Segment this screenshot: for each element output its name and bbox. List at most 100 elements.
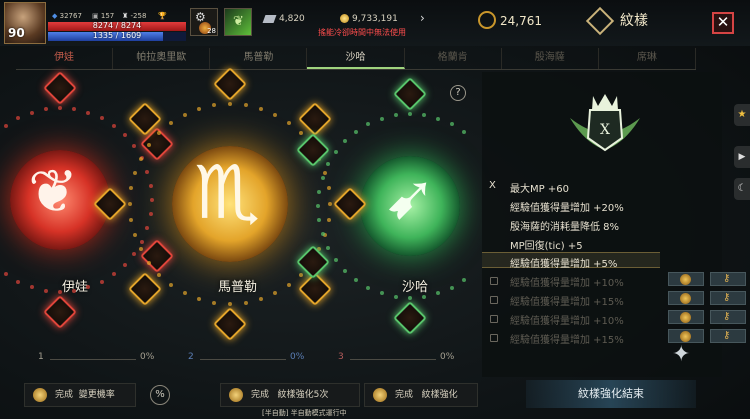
sparkle-icon: ✦: [672, 342, 691, 367]
honor-value: 24,761: [500, 14, 542, 28]
ring-dot: [333, 258, 338, 263]
key-slot[interactable]: ⚷: [710, 329, 746, 343]
ring-dot: [197, 106, 202, 111]
emblem-node[interactable]: [43, 295, 77, 329]
ring-dot: [29, 110, 34, 115]
enhance-button[interactable]: 完成 紋樣強化: [364, 383, 478, 407]
tab-shilen[interactable]: 席琳: [599, 48, 696, 69]
emblem-eva[interactable]: ❦: [10, 150, 110, 250]
ring-dot: [16, 279, 21, 284]
percent-button[interactable]: %: [150, 385, 170, 405]
ring-dot: [138, 156, 143, 161]
tab-gran-kain[interactable]: 格蘭肯: [405, 48, 502, 69]
unlock-slot[interactable]: [668, 329, 704, 343]
ring-dot: [316, 204, 320, 208]
ring-dot: [298, 272, 303, 277]
progress-track-2: [200, 359, 286, 360]
ring-dot: [342, 138, 347, 143]
finish-enhance-button[interactable]: 紋樣強化結束: [526, 380, 696, 408]
progress-index-2: 2: [188, 352, 194, 362]
ring-dot: [462, 129, 467, 134]
tab-maphr[interactable]: 馬普勒: [210, 48, 308, 69]
tab-eva[interactable]: 伊娃: [16, 48, 114, 69]
ring-dot: [3, 123, 8, 128]
ring-dot: [408, 112, 412, 116]
key-slot[interactable]: ⚷: [710, 310, 746, 324]
ring-dot: [342, 269, 347, 274]
laurel-coin-icon: [229, 387, 243, 402]
lock-icon: [490, 334, 498, 342]
emblem-node[interactable]: [213, 307, 247, 341]
ring-dot: [393, 294, 398, 299]
ring-dot: [353, 129, 358, 134]
ring-dot: [317, 189, 322, 194]
tab-paagrio[interactable]: 帕拉奧里歐: [113, 48, 211, 69]
progress-track-1: [50, 359, 136, 360]
close-button[interactable]: ✕: [712, 12, 734, 34]
settings-slot[interactable]: ⚙ 28: [190, 8, 218, 36]
ring-dot: [112, 272, 117, 277]
panel-mark: X: [489, 180, 496, 191]
lock-icon: [490, 315, 498, 323]
ring-dot: [132, 143, 137, 148]
enhance-5x-button[interactable]: 完成 紋樣強化5次: [220, 383, 360, 407]
leaf-icon: ❦: [233, 14, 244, 29]
ring-dot: [333, 149, 338, 154]
ring-dot: [129, 217, 134, 222]
ring-dot: [258, 297, 263, 302]
key-slot[interactable]: ⚷: [710, 291, 746, 305]
side-moon-button[interactable]: ☾: [734, 178, 750, 200]
ring-dot: [3, 272, 8, 277]
change-rate-button[interactable]: 完成 變更機率: [24, 383, 136, 407]
ring-dot: [157, 272, 162, 277]
tab-sayha[interactable]: 沙哈: [307, 48, 405, 69]
auto-mode-hint: [半自動] 半自動模式運行中: [262, 409, 347, 417]
emblem-node[interactable]: [393, 77, 427, 111]
emblem-sayha-label: 沙哈: [402, 280, 429, 295]
ring-dot: [129, 186, 134, 191]
ring-dot: [323, 171, 328, 176]
emblem-node[interactable]: [297, 102, 332, 137]
ring-dot: [212, 103, 217, 108]
emblem-node[interactable]: [296, 133, 330, 167]
side-play-button[interactable]: ▶: [734, 146, 750, 168]
ring-dot: [212, 300, 217, 305]
emblem-node[interactable]: [128, 271, 163, 306]
ring-dot: [138, 247, 143, 252]
progress-index-1: 1: [38, 352, 44, 362]
key-slot[interactable]: ⚷: [710, 272, 746, 286]
ring-dot: [132, 232, 137, 237]
help-button[interactable]: ?: [450, 85, 466, 101]
emblem-node[interactable]: [213, 67, 247, 101]
emblem-node[interactable]: [43, 71, 77, 105]
unlock-slot[interactable]: [668, 291, 704, 305]
trophy-icon: 🏆: [158, 12, 167, 20]
hp-text: 8274 / 8274: [92, 21, 142, 30]
emblem-node[interactable]: [140, 239, 174, 273]
unlock-slot[interactable]: [668, 272, 704, 286]
laurel-icon: [478, 11, 496, 29]
emblem-node[interactable]: [393, 301, 427, 335]
ring-dot: [317, 218, 322, 223]
mp-bar: 1335 / 1609: [48, 31, 186, 41]
chevron-right-icon[interactable]: ›: [420, 11, 425, 25]
stat-line: 殷海薩的消耗量降低 8%: [510, 222, 620, 233]
emblem-maphr[interactable]: ♏: [172, 146, 288, 262]
stat-line-locked: 經驗值獲得量增加 +10%: [510, 278, 624, 289]
stat-line-highlighted: 經驗值獲得量增加 +5%: [510, 259, 618, 270]
key-icon: ⚷: [723, 311, 731, 322]
ring-dot: [298, 131, 303, 136]
scorpion-icon: ♏: [194, 150, 261, 236]
emblem-sayha[interactable]: ➹: [360, 156, 460, 256]
unlock-slot[interactable]: [668, 310, 704, 324]
buff-slot[interactable]: ❦: [224, 8, 252, 36]
ring-dot: [422, 294, 427, 299]
stat-b: ▣ 157: [92, 12, 115, 20]
side-star-button[interactable]: ★: [734, 104, 750, 126]
stat-a: ◆ 32767: [52, 12, 82, 20]
emblem-title-icon: [585, 6, 615, 36]
tab-einhasad[interactable]: 殷海薩: [502, 48, 599, 69]
ring-dot: [150, 198, 154, 202]
gem-currency: 4,820: [262, 14, 305, 24]
ring-dot: [99, 279, 104, 284]
